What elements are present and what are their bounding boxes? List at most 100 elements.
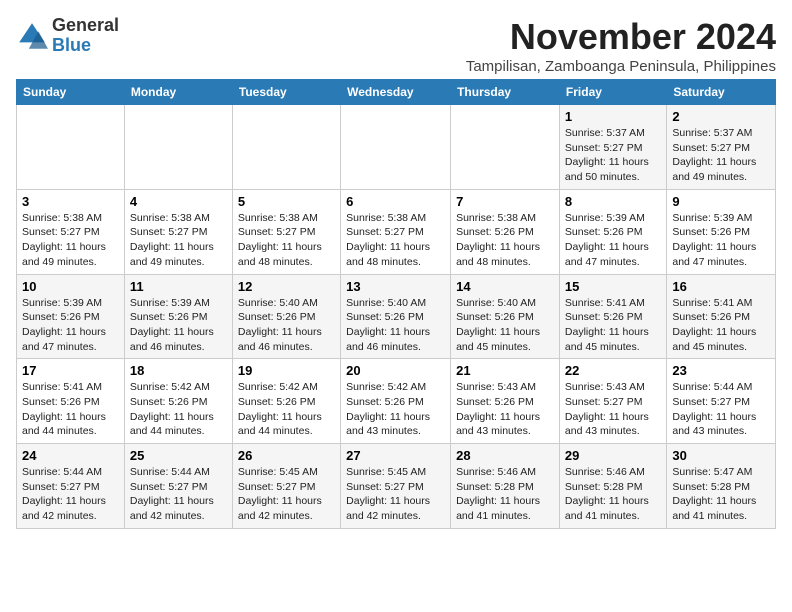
logo: General Blue <box>16 16 119 56</box>
day-info: Sunrise: 5:38 AM Sunset: 5:27 PM Dayligh… <box>346 211 445 270</box>
location-text: Tampilisan, Zamboanga Peninsula, Philipp… <box>466 58 776 75</box>
calendar-week-2: 3 Sunrise: 5:38 AM Sunset: 5:27 PM Daylig… <box>17 189 776 274</box>
day-number: 10 <box>22 279 119 294</box>
day-number: 4 <box>130 194 227 209</box>
day-info: Sunrise: 5:42 AM Sunset: 5:26 PM Dayligh… <box>238 380 335 439</box>
calendar-cell <box>451 105 560 190</box>
day-number: 13 <box>346 279 445 294</box>
calendar-cell: 6 Sunrise: 5:38 AM Sunset: 5:27 PM Daylig… <box>341 189 451 274</box>
calendar-cell: 12 Sunrise: 5:40 AM Sunset: 5:26 PM Dayli… <box>232 274 340 359</box>
logo-blue-text: Blue <box>52 35 91 55</box>
day-number: 3 <box>22 194 119 209</box>
calendar-cell: 18 Sunrise: 5:42 AM Sunset: 5:26 PM Dayli… <box>124 359 232 444</box>
day-info: Sunrise: 5:40 AM Sunset: 5:26 PM Dayligh… <box>456 296 554 355</box>
day-header-sunday: Sunday <box>17 80 125 105</box>
day-info: Sunrise: 5:37 AM Sunset: 5:27 PM Dayligh… <box>672 126 770 185</box>
day-info: Sunrise: 5:47 AM Sunset: 5:28 PM Dayligh… <box>672 465 770 524</box>
calendar-cell: 24 Sunrise: 5:44 AM Sunset: 5:27 PM Dayli… <box>17 444 125 529</box>
day-number: 18 <box>130 363 227 378</box>
day-info: Sunrise: 5:38 AM Sunset: 5:27 PM Dayligh… <box>130 211 227 270</box>
calendar-cell: 10 Sunrise: 5:39 AM Sunset: 5:26 PM Dayli… <box>17 274 125 359</box>
day-info: Sunrise: 5:46 AM Sunset: 5:28 PM Dayligh… <box>456 465 554 524</box>
calendar-week-3: 10 Sunrise: 5:39 AM Sunset: 5:26 PM Dayli… <box>17 274 776 359</box>
day-info: Sunrise: 5:39 AM Sunset: 5:26 PM Dayligh… <box>22 296 119 355</box>
day-info: Sunrise: 5:43 AM Sunset: 5:26 PM Dayligh… <box>456 380 554 439</box>
day-info: Sunrise: 5:43 AM Sunset: 5:27 PM Dayligh… <box>565 380 661 439</box>
day-number: 16 <box>672 279 770 294</box>
day-number: 25 <box>130 448 227 463</box>
day-info: Sunrise: 5:42 AM Sunset: 5:26 PM Dayligh… <box>130 380 227 439</box>
day-number: 29 <box>565 448 661 463</box>
calendar-cell: 16Sunrise: 5:41 AM Sunset: 5:26 PM Dayli… <box>667 274 776 359</box>
day-number: 21 <box>456 363 554 378</box>
day-header-monday: Monday <box>124 80 232 105</box>
day-number: 23 <box>672 363 770 378</box>
calendar-week-4: 17Sunrise: 5:41 AM Sunset: 5:26 PM Dayli… <box>17 359 776 444</box>
day-info: Sunrise: 5:37 AM Sunset: 5:27 PM Dayligh… <box>565 126 661 185</box>
day-header-thursday: Thursday <box>451 80 560 105</box>
calendar-cell <box>341 105 451 190</box>
day-number: 6 <box>346 194 445 209</box>
calendar-cell: 7 Sunrise: 5:38 AM Sunset: 5:26 PM Daylig… <box>451 189 560 274</box>
day-number: 27 <box>346 448 445 463</box>
day-number: 24 <box>22 448 119 463</box>
calendar-cell: 23 Sunrise: 5:44 AM Sunset: 5:27 PM Dayli… <box>667 359 776 444</box>
day-number: 8 <box>565 194 661 209</box>
day-number: 22 <box>565 363 661 378</box>
day-info: Sunrise: 5:41 AM Sunset: 5:26 PM Dayligh… <box>565 296 661 355</box>
month-title: November 2024 <box>466 16 776 58</box>
title-block: November 2024 Tampilisan, Zamboanga Peni… <box>466 16 776 75</box>
calendar-cell: 2 Sunrise: 5:37 AM Sunset: 5:27 PM Daylig… <box>667 105 776 190</box>
calendar-cell: 22 Sunrise: 5:43 AM Sunset: 5:27 PM Dayli… <box>559 359 666 444</box>
calendar-cell: 5Sunrise: 5:38 AM Sunset: 5:27 PM Daylig… <box>232 189 340 274</box>
day-number: 12 <box>238 279 335 294</box>
calendar-header-row: SundayMondayTuesdayWednesdayThursdayFrid… <box>17 80 776 105</box>
day-info: Sunrise: 5:44 AM Sunset: 5:27 PM Dayligh… <box>672 380 770 439</box>
day-info: Sunrise: 5:46 AM Sunset: 5:28 PM Dayligh… <box>565 465 661 524</box>
day-number: 9 <box>672 194 770 209</box>
calendar-cell: 19Sunrise: 5:42 AM Sunset: 5:26 PM Dayli… <box>232 359 340 444</box>
day-info: Sunrise: 5:38 AM Sunset: 5:26 PM Dayligh… <box>456 211 554 270</box>
calendar-cell: 8Sunrise: 5:39 AM Sunset: 5:26 PM Daylig… <box>559 189 666 274</box>
calendar-cell: 28Sunrise: 5:46 AM Sunset: 5:28 PM Dayli… <box>451 444 560 529</box>
calendar-cell: 3 Sunrise: 5:38 AM Sunset: 5:27 PM Daylig… <box>17 189 125 274</box>
day-info: Sunrise: 5:45 AM Sunset: 5:27 PM Dayligh… <box>238 465 335 524</box>
calendar-cell: 25 Sunrise: 5:44 AM Sunset: 5:27 PM Dayli… <box>124 444 232 529</box>
day-info: Sunrise: 5:40 AM Sunset: 5:26 PM Dayligh… <box>346 296 445 355</box>
calendar-cell: 26Sunrise: 5:45 AM Sunset: 5:27 PM Dayli… <box>232 444 340 529</box>
day-info: Sunrise: 5:44 AM Sunset: 5:27 PM Dayligh… <box>130 465 227 524</box>
calendar-week-5: 24 Sunrise: 5:44 AM Sunset: 5:27 PM Dayli… <box>17 444 776 529</box>
calendar-cell: 20 Sunrise: 5:42 AM Sunset: 5:26 PM Dayli… <box>341 359 451 444</box>
day-info: Sunrise: 5:44 AM Sunset: 5:27 PM Dayligh… <box>22 465 119 524</box>
day-info: Sunrise: 5:39 AM Sunset: 5:26 PM Dayligh… <box>130 296 227 355</box>
calendar-week-1: 1 Sunrise: 5:37 AM Sunset: 5:27 PM Daylig… <box>17 105 776 190</box>
day-info: Sunrise: 5:38 AM Sunset: 5:27 PM Dayligh… <box>22 211 119 270</box>
calendar-cell: 4 Sunrise: 5:38 AM Sunset: 5:27 PM Daylig… <box>124 189 232 274</box>
day-info: Sunrise: 5:42 AM Sunset: 5:26 PM Dayligh… <box>346 380 445 439</box>
calendar-cell: 13 Sunrise: 5:40 AM Sunset: 5:26 PM Dayli… <box>341 274 451 359</box>
calendar-cell: 30Sunrise: 5:47 AM Sunset: 5:28 PM Dayli… <box>667 444 776 529</box>
day-info: Sunrise: 5:40 AM Sunset: 5:26 PM Dayligh… <box>238 296 335 355</box>
calendar-cell: 9 Sunrise: 5:39 AM Sunset: 5:26 PM Daylig… <box>667 189 776 274</box>
calendar-cell <box>232 105 340 190</box>
day-number: 1 <box>565 109 661 124</box>
day-header-friday: Friday <box>559 80 666 105</box>
day-number: 15 <box>565 279 661 294</box>
logo-general-text: General <box>52 15 119 35</box>
calendar-table: SundayMondayTuesdayWednesdayThursdayFrid… <box>16 79 776 529</box>
day-number: 14 <box>456 279 554 294</box>
day-number: 5 <box>238 194 335 209</box>
day-info: Sunrise: 5:45 AM Sunset: 5:27 PM Dayligh… <box>346 465 445 524</box>
day-number: 2 <box>672 109 770 124</box>
day-header-tuesday: Tuesday <box>232 80 340 105</box>
calendar-body: 1 Sunrise: 5:37 AM Sunset: 5:27 PM Daylig… <box>17 105 776 529</box>
calendar-cell: 15 Sunrise: 5:41 AM Sunset: 5:26 PM Dayli… <box>559 274 666 359</box>
calendar-cell: 21 Sunrise: 5:43 AM Sunset: 5:26 PM Dayli… <box>451 359 560 444</box>
logo-icon <box>16 20 48 52</box>
calendar-cell: 29 Sunrise: 5:46 AM Sunset: 5:28 PM Dayli… <box>559 444 666 529</box>
day-number: 20 <box>346 363 445 378</box>
day-info: Sunrise: 5:39 AM Sunset: 5:26 PM Dayligh… <box>672 211 770 270</box>
day-number: 7 <box>456 194 554 209</box>
calendar-cell <box>17 105 125 190</box>
calendar-cell <box>124 105 232 190</box>
